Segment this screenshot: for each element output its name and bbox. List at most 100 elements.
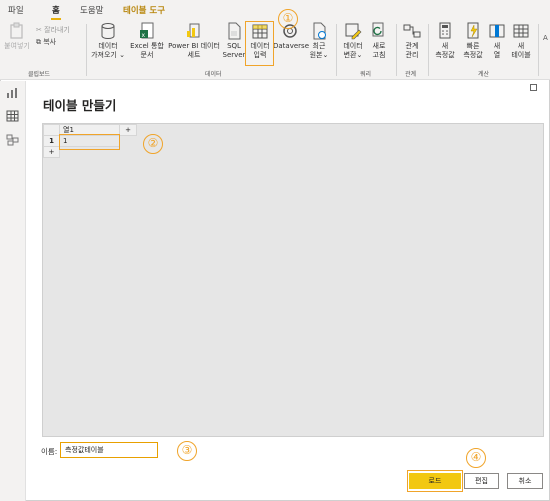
empty-cell: [120, 136, 137, 147]
ribbon-separator: [396, 24, 397, 76]
cancel-button[interactable]: 취소: [507, 473, 543, 489]
copy-icon: ⧉: [36, 38, 41, 46]
excel-button[interactable]: x Excel 통합 문서: [128, 22, 166, 59]
manage-label-2: 관리: [405, 50, 419, 59]
callout-highlight-enter-data: [245, 21, 274, 66]
excel-label-1: Excel 통합: [130, 42, 164, 50]
edit-button[interactable]: 편집: [464, 473, 499, 489]
scissors-icon: ✂: [36, 26, 42, 34]
excel-label-2: 문서: [140, 50, 154, 59]
callout-number-2: ②: [143, 134, 163, 154]
refresh-icon: [372, 22, 384, 37]
recent-label-2: 원본: [309, 50, 323, 59]
quick-measure-label-1: 빠른: [466, 42, 480, 50]
new-measure-label-2: 측정값: [435, 50, 455, 59]
dialog-title: 테이블 만들기: [43, 98, 117, 113]
group-label-calc: 계산: [478, 71, 490, 78]
ribbon: 붙여넣기 ✂ 잘라내기 ⧉ 복사 클립보드 데이터 가져오기 ⌄ x Excel…: [0, 20, 550, 80]
view-switcher: [0, 81, 26, 501]
quick-measure-icon: [467, 22, 479, 39]
new-table-icon: [513, 24, 529, 38]
new-column-label-1: 새: [493, 42, 501, 50]
ribbon-overflow[interactable]: A: [543, 34, 548, 42]
add-column-label: +: [125, 126, 131, 134]
relationship-icon: [403, 24, 421, 38]
ribbon-tabs: 파일 홈 도움말 테이블 도구: [0, 0, 550, 20]
quick-measure-button[interactable]: 빠른 측정값: [459, 22, 487, 59]
sql-server-icon: [228, 22, 241, 40]
powerbi-label-2: 세트: [187, 50, 201, 59]
data-view-icon[interactable]: [6, 110, 19, 122]
tab-help[interactable]: 도움말: [80, 4, 103, 16]
chevron-down-icon: ⌄: [119, 50, 125, 59]
callout-highlight-cell: [59, 134, 120, 150]
tab-file[interactable]: 파일: [8, 4, 24, 16]
group-label-query: 쿼리: [360, 71, 372, 78]
powerbi-dataset-button[interactable]: Power BI 데이터 세트: [167, 22, 221, 59]
row-number: 1: [43, 135, 60, 147]
quick-measure-label-2: 측정값: [463, 50, 483, 59]
name-label: 이름:: [41, 447, 58, 456]
get-data-button[interactable]: 데이터 가져오기 ⌄: [90, 22, 126, 59]
manage-relationships-button[interactable]: 관계 관리: [400, 22, 424, 59]
table-name-input[interactable]: [60, 442, 158, 458]
recent-sources-button[interactable]: 최근 원본⌄: [307, 22, 331, 59]
paste-label: 붙여넣기: [4, 42, 30, 50]
ribbon-separator: [336, 24, 337, 76]
empty-cell: [120, 147, 137, 158]
manage-label-1: 관계: [405, 42, 419, 50]
report-view-icon[interactable]: [6, 87, 19, 99]
group-label-clipboard: 클립보드: [28, 71, 51, 78]
ribbon-separator: [428, 24, 429, 76]
ribbon-separator: [86, 24, 87, 76]
add-row-button[interactable]: +: [43, 146, 60, 158]
get-data-label-1: 데이터: [98, 42, 118, 50]
transform-label-1: 데이터: [343, 42, 363, 50]
dataverse-label: Dataverse: [273, 42, 309, 50]
corner-cell: [43, 124, 60, 136]
sql-server-button[interactable]: SQL Server: [222, 22, 246, 59]
new-table-button[interactable]: 새 테이블: [507, 22, 535, 59]
new-column-label-2: 열: [493, 50, 501, 59]
tab-table-tools[interactable]: 테이블 도구: [123, 4, 165, 16]
copy-label: 복사: [43, 38, 57, 46]
database-icon: [101, 23, 115, 40]
refresh-button[interactable]: 새로 고침: [368, 22, 390, 59]
calculator-icon: [439, 22, 451, 39]
new-column-button[interactable]: 새 열: [487, 22, 507, 59]
cut-button[interactable]: ✂ 잘라내기: [36, 25, 70, 35]
sql-label-2: Server: [222, 50, 246, 59]
svg-text:x: x: [142, 32, 146, 39]
new-measure-button[interactable]: 새 측정값: [431, 22, 459, 59]
transform-data-button[interactable]: 데이터 변환⌄: [339, 22, 367, 59]
new-table-label-1: 새: [517, 42, 525, 50]
column-header-label: 열1: [63, 126, 74, 134]
sql-label-1: SQL: [227, 42, 241, 50]
tab-home[interactable]: 홈: [51, 4, 61, 20]
group-label-relations: 관계: [405, 71, 417, 78]
paste-icon: [10, 22, 23, 39]
cut-label: 잘라내기: [44, 26, 70, 34]
callout-number-3: ③: [177, 441, 197, 461]
callout-highlight-load: [407, 470, 463, 492]
copy-button[interactable]: ⧉ 복사: [36, 37, 56, 47]
add-column-button[interactable]: +: [119, 124, 137, 136]
refresh-label-2: 고침: [372, 50, 386, 59]
excel-icon: x: [140, 22, 154, 39]
recent-label-1: 최근: [312, 42, 326, 50]
model-view-icon[interactable]: [6, 134, 19, 146]
group-label-data: 데이터: [205, 71, 222, 78]
data-grid-area: 열1 + 1 1 +: [42, 123, 544, 437]
ribbon-separator: [538, 24, 539, 76]
callout-number-1: ①: [278, 9, 298, 29]
transform-icon: [345, 23, 362, 40]
maximize-icon[interactable]: [530, 84, 537, 91]
new-column-icon: [489, 24, 505, 38]
powerbi-label-1: Power BI 데이터: [168, 42, 220, 50]
recent-icon: [313, 22, 326, 40]
new-measure-label-1: 새: [441, 42, 449, 50]
new-table-label-2: 테이블: [511, 50, 531, 59]
transform-label-2: 변환: [343, 50, 357, 59]
paste-button[interactable]: 붙여넣기: [4, 22, 30, 51]
chevron-down-icon: ⌄: [322, 50, 329, 59]
